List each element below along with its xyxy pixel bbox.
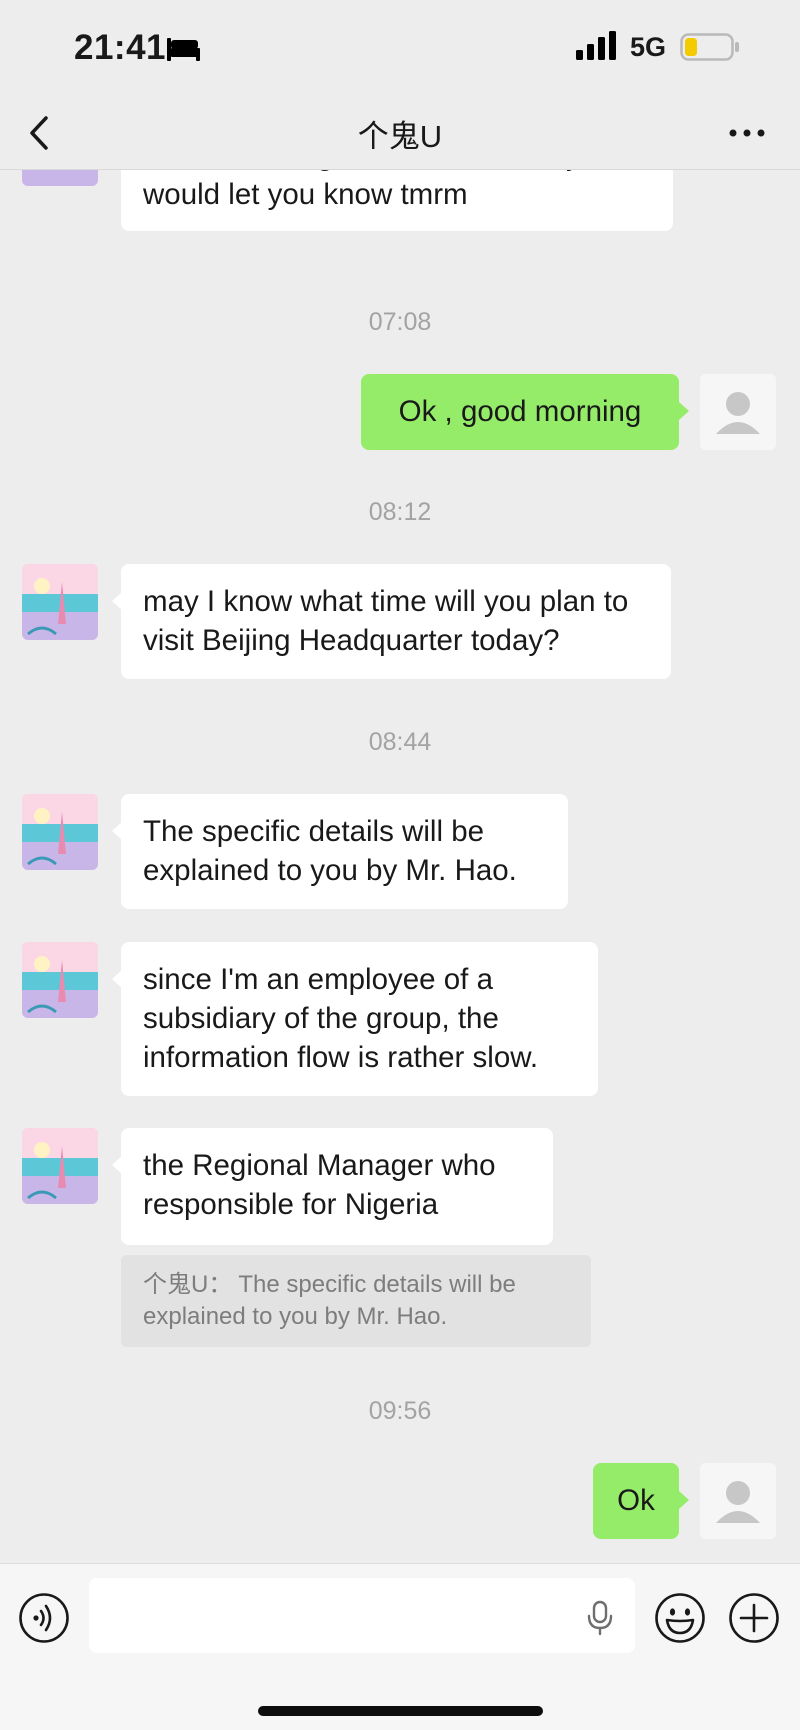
message-text: may I know what time will you plan to vi… [143, 585, 629, 657]
message-input[interactable] [89, 1578, 635, 1653]
timestamp: 08:44 [368, 728, 432, 756]
message-bubble-incoming[interactable]: The specific details will be explained t… [112, 794, 568, 909]
contact-avatar[interactable] [22, 1128, 98, 1204]
voice-toggle-icon[interactable] [18, 1592, 70, 1644]
chat-screen: 21:41 5G 个鬼U would let you know tmrm 07:… [0, 0, 800, 1730]
message-bubble-incoming[interactable]: since I'm an employee of a subsidiary of… [112, 942, 598, 1096]
message-text: is still deciding where to receive you, … [143, 170, 638, 211]
message-bubble-outgoing[interactable]: Ok [593, 1463, 689, 1539]
chat-title: 个鬼U [357, 119, 443, 154]
message-text: The specific details will be explained t… [143, 815, 517, 887]
message-bubble-outgoing[interactable]: Ok , good morning [361, 374, 689, 450]
contact-avatar[interactable] [22, 942, 98, 1018]
timestamp: 09:56 [368, 1397, 432, 1425]
more-icon[interactable] [728, 120, 766, 146]
contact-avatar[interactable] [22, 564, 98, 640]
message-text: Ok [617, 1484, 655, 1517]
message-list[interactable]: is still deciding where to receive you, … [0, 170, 800, 1563]
message-bubble-incoming[interactable]: may I know what time will you plan to vi… [112, 564, 671, 679]
bed-icon [166, 36, 201, 62]
timestamp: 08:12 [368, 498, 432, 526]
battery-icon [680, 33, 740, 61]
mic-icon[interactable] [585, 1600, 615, 1636]
status-time: 21:41 [74, 28, 167, 67]
home-indicator[interactable] [258, 1706, 543, 1716]
signal-icon [575, 30, 618, 62]
my-avatar[interactable] [700, 374, 776, 450]
message-text: since I'm an employee of a subsidiary of… [143, 963, 539, 1074]
emoji-icon[interactable] [654, 1592, 706, 1644]
contact-avatar[interactable] [22, 794, 98, 870]
quoted-message[interactable]: 个鬼U： The specific details will be explain… [121, 1255, 591, 1347]
message-text: Ok , good morning [398, 395, 642, 428]
quote-author: 个鬼U： [143, 1271, 233, 1298]
nav-bar: 个鬼U [0, 96, 800, 170]
network-label: 5G [630, 32, 667, 62]
message-bubble-incoming[interactable]: the Regional Manager who responsible for… [112, 1128, 553, 1245]
plus-icon[interactable] [728, 1592, 780, 1644]
message-text: the Regional Manager who responsible for… [143, 1149, 496, 1221]
my-avatar[interactable] [700, 1463, 776, 1539]
timestamp: 07:08 [368, 308, 432, 336]
contact-avatar[interactable] [22, 170, 98, 186]
input-bar [0, 1563, 800, 1730]
status-bar: 21:41 5G [0, 0, 800, 96]
message-bubble-partial[interactable]: is still deciding where to receive you, … [121, 170, 673, 231]
